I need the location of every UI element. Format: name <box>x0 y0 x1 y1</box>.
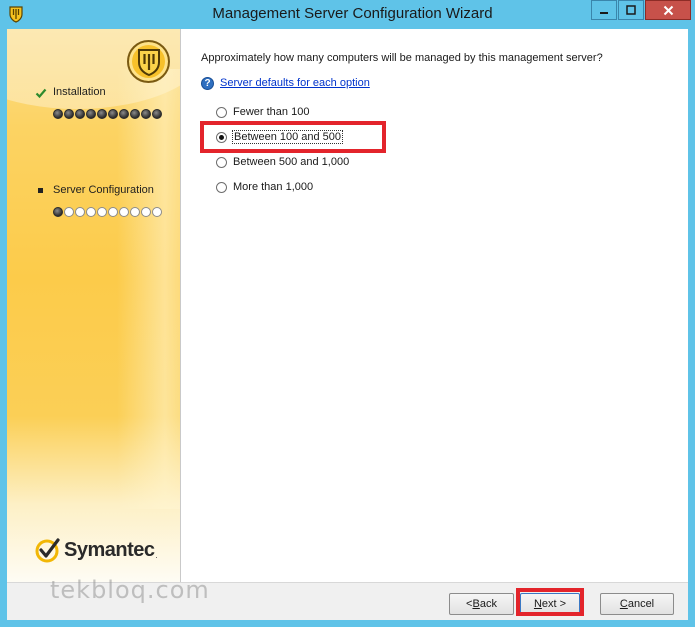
progress-dot-empty <box>141 207 151 217</box>
question-text: Approximately how many computers will be… <box>201 52 603 64</box>
title-bar[interactable]: Management Server Configuration Wizard <box>0 0 695 29</box>
cancel-button[interactable]: Cancel <box>600 593 674 615</box>
checkmark-icon <box>35 88 47 99</box>
progress-dot-empty <box>86 207 96 217</box>
sidebar-decoration <box>117 69 180 509</box>
progress-dot-empty <box>119 207 129 217</box>
progress-dot-filled <box>119 109 129 119</box>
progress-dot-empty <box>97 207 107 217</box>
progress-dot-filled <box>141 109 151 119</box>
product-logo-badge <box>127 40 170 83</box>
progress-dot-filled <box>97 109 107 119</box>
progress-dot-filled <box>130 109 140 119</box>
radio-label[interactable]: Fewer than 100 <box>232 106 310 118</box>
help-question-icon[interactable]: ? <box>201 76 214 90</box>
radio-button[interactable] <box>216 156 227 168</box>
radio-between-500-and-1000[interactable]: Between 500 and 1,000 <box>216 155 350 169</box>
radio-more-than-1000[interactable]: More than 1,000 <box>216 180 314 194</box>
progress-dot-empty <box>75 207 85 217</box>
brand-name: Symantec <box>64 538 155 561</box>
wizard-client-area: Installation Server Configuration Symant… <box>7 29 688 620</box>
annotation-highlight-box <box>516 588 584 616</box>
back-button-accel: B <box>472 598 480 610</box>
wizard-window: Management Server Configuration Wizard I… <box>0 0 695 627</box>
watermark-text: tekbloq.com <box>50 576 210 604</box>
radio-label[interactable]: More than 1,000 <box>232 181 314 193</box>
maximize-button[interactable] <box>618 0 644 20</box>
progress-dot-filled <box>53 207 63 217</box>
close-icon <box>663 5 673 15</box>
radio-button[interactable] <box>216 106 227 118</box>
back-button-rest: ack <box>479 598 497 610</box>
close-button[interactable] <box>645 0 691 20</box>
symantec-logo: Symantec . <box>34 535 158 565</box>
symantec-checkmark-icon <box>35 538 60 563</box>
progress-dot-filled <box>53 109 63 119</box>
help-link-row[interactable]: ? Server defaults for each option <box>201 76 370 90</box>
progress-dot-filled <box>86 109 96 119</box>
progress-dot-empty <box>130 207 140 217</box>
minimize-icon <box>600 12 608 14</box>
radio-fewer-than-100[interactable]: Fewer than 100 <box>216 105 310 119</box>
progress-dot-empty <box>152 207 162 217</box>
progress-dot-filled <box>75 109 85 119</box>
cancel-button-accel: C <box>619 598 628 610</box>
progress-dot-empty <box>108 207 118 217</box>
progress-dot-filled <box>64 109 74 119</box>
server-defaults-link[interactable]: Server defaults for each option <box>220 77 370 89</box>
step-progress-dots <box>53 109 162 119</box>
current-step-bullet-icon <box>38 188 43 193</box>
symantec-shield-icon <box>137 48 160 76</box>
step-progress-dots <box>53 207 162 217</box>
progress-dot-empty <box>64 207 74 217</box>
cancel-button-rest: ancel <box>627 598 655 610</box>
step-label: Server Configuration <box>53 184 154 196</box>
step-label: Installation <box>53 86 106 98</box>
minimize-button[interactable] <box>591 0 617 20</box>
radio-label[interactable]: Between 500 and 1,000 <box>232 156 350 168</box>
annotation-highlight-box <box>200 121 386 153</box>
maximize-icon <box>626 5 636 15</box>
back-button[interactable]: < Back <box>449 593 514 615</box>
wizard-sidebar: Installation Server Configuration Symant… <box>7 29 181 582</box>
progress-dot-filled <box>152 109 162 119</box>
progress-dot-filled <box>108 109 118 119</box>
radio-button[interactable] <box>216 181 227 193</box>
brand-mark: . <box>155 550 158 560</box>
